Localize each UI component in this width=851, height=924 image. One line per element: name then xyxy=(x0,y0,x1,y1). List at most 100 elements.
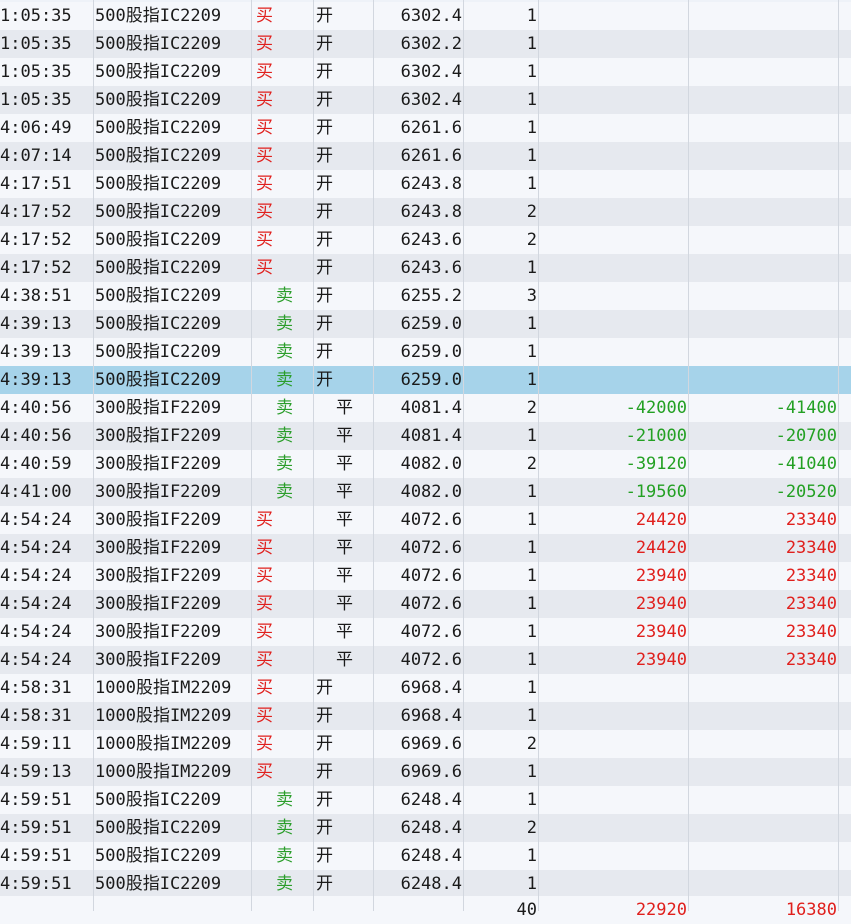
cell-profit-2 xyxy=(689,310,837,338)
cell-price: 6248.4 xyxy=(400,818,462,838)
table-row[interactable]: 4:58:31 1000股指IM2209 买 开 6968.4 1 xyxy=(0,702,851,730)
cell-contract: 500股指IC2209 xyxy=(95,90,222,110)
table-row[interactable]: 4:41:00 300股指IF2209 卖平 4082.0 1 -19560 -20520 xyxy=(0,478,851,506)
cell-direction: 买 xyxy=(256,566,273,586)
summary-row: 40 22920 16380 xyxy=(0,896,851,924)
cell-profit-1 xyxy=(540,842,687,870)
table-row[interactable]: 1:05:35 500股指IC2209 买 开 6302.4 1 xyxy=(0,2,851,30)
table-row[interactable]: 4:40:56 300股指IF2209 卖平 4081.4 2 -42000 -41400 xyxy=(0,394,851,422)
cell-open-close: 开 xyxy=(316,314,333,334)
cell-profit-1 xyxy=(540,338,687,366)
cell-contract: 500股指IC2209 xyxy=(95,62,222,82)
table-row[interactable]: 4:39:13 500股指IC2209 卖开 6259.0 1 xyxy=(0,366,851,394)
cell-profit-2 xyxy=(689,226,837,254)
cell-quantity: 1 xyxy=(526,594,537,614)
table-row[interactable]: 4:59:51 500股指IC2209 卖开 6248.4 1 xyxy=(0,842,851,870)
table-row[interactable]: 4:54:24 300股指IF2209 买平 4072.6 1 23940 23340 xyxy=(0,562,851,590)
cell-contract: 300股指IF2209 xyxy=(95,454,222,474)
cell-contract: 300股指IF2209 xyxy=(95,622,222,642)
cell-time: 1:05:35 xyxy=(0,6,72,26)
cell-time: 1:05:35 xyxy=(0,62,72,82)
cell-open-close: 开 xyxy=(316,258,333,278)
cell-open-close: 开 xyxy=(316,174,333,194)
cell-open-close: 开 xyxy=(316,230,333,250)
cell-quantity: 1 xyxy=(526,34,537,54)
cell-contract: 500股指IC2209 xyxy=(95,846,222,866)
cell-profit-2 xyxy=(689,758,837,786)
cell-profit-1: -19560 xyxy=(625,482,687,502)
table-row[interactable]: 4:17:52 500股指IC2209 买 开 6243.6 1 xyxy=(0,254,851,282)
table-row[interactable]: 1:05:35 500股指IC2209 买 开 6302.2 1 xyxy=(0,30,851,58)
table-row[interactable]: 4:39:13 500股指IC2209 卖开 6259.0 1 xyxy=(0,338,851,366)
cell-quantity: 1 xyxy=(526,510,537,530)
column-divider xyxy=(838,0,839,911)
cell-open-close: 开 xyxy=(316,342,333,362)
cell-direction: 买 xyxy=(256,650,273,670)
cell-profit-1: 24420 xyxy=(635,510,687,530)
cell-time: 4:54:24 xyxy=(0,566,72,586)
cell-profit-2 xyxy=(689,870,837,898)
cell-quantity: 1 xyxy=(526,146,537,166)
cell-quantity: 2 xyxy=(526,202,537,222)
cell-price: 4072.6 xyxy=(400,650,462,670)
cell-direction: 买 xyxy=(256,510,273,530)
table-row[interactable]: 4:06:49 500股指IC2209 买 开 6261.6 1 xyxy=(0,114,851,142)
table-row[interactable]: 4:17:52 500股指IC2209 买 开 6243.8 2 xyxy=(0,198,851,226)
table-row[interactable]: 4:54:24 300股指IF2209 买平 4072.6 1 24420 23340 xyxy=(0,506,851,534)
table-row[interactable]: 4:17:51 500股指IC2209 买 开 6243.8 1 xyxy=(0,170,851,198)
table-row[interactable]: 4:40:56 300股指IF2209 卖平 4081.4 1 -21000 -20700 xyxy=(0,422,851,450)
table-row[interactable]: 4:17:52 500股指IC2209 买 开 6243.6 2 xyxy=(0,226,851,254)
cell-quantity: 1 xyxy=(526,370,537,390)
table-row[interactable]: 4:54:24 300股指IF2209 买平 4072.6 1 24420 23340 xyxy=(0,534,851,562)
table-row[interactable]: 4:58:31 1000股指IM2209 买 开 6968.4 1 xyxy=(0,674,851,702)
cell-open-close: 开 xyxy=(316,874,333,894)
cell-quantity: 1 xyxy=(526,62,537,82)
cell-direction: 买 xyxy=(256,678,273,698)
table-row[interactable]: 4:54:24 300股指IF2209 买平 4072.6 1 23940 23340 xyxy=(0,646,851,674)
cell-profit-2 xyxy=(689,702,837,730)
cell-direction: 买 xyxy=(256,762,273,782)
cell-profit-1: -39120 xyxy=(625,454,687,474)
table-row[interactable]: 4:40:59 300股指IF2209 卖平 4082.0 2 -39120 -41040 xyxy=(0,450,851,478)
table-row[interactable]: 4:39:13 500股指IC2209 卖开 6259.0 1 xyxy=(0,310,851,338)
table-row[interactable]: 1:05:35 500股指IC2209 买 开 6302.4 1 xyxy=(0,86,851,114)
cell-quantity: 1 xyxy=(526,342,537,362)
cell-profit-2: 23340 xyxy=(785,510,837,530)
table-row[interactable]: 4:54:24 300股指IF2209 买平 4072.6 1 23940 23340 xyxy=(0,590,851,618)
table-row[interactable]: 4:07:14 500股指IC2209 买 开 6261.6 1 xyxy=(0,142,851,170)
cell-profit-1 xyxy=(540,674,687,702)
cell-direction: 买 xyxy=(256,90,273,110)
table-row[interactable]: 4:59:13 1000股指IM2209 买 开 6969.6 1 xyxy=(0,758,851,786)
table-row[interactable]: 4:59:51 500股指IC2209 卖开 6248.4 1 xyxy=(0,870,851,898)
cell-contract: 500股指IC2209 xyxy=(95,314,222,334)
cell-time: 4:54:24 xyxy=(0,594,72,614)
cell-profit-1: 24420 xyxy=(635,538,687,558)
cell-open-close: 开 xyxy=(316,286,333,306)
cell-quantity: 1 xyxy=(526,678,537,698)
cell-open-close: 开 xyxy=(316,90,333,110)
table-row[interactable]: 4:59:11 1000股指IM2209 买 开 6969.6 2 xyxy=(0,730,851,758)
cell-price: 6243.6 xyxy=(400,258,462,278)
cell-open-close: 开 xyxy=(316,118,333,138)
table-row[interactable]: 4:59:51 500股指IC2209 卖开 6248.4 1 xyxy=(0,786,851,814)
table-row[interactable]: 4:59:51 500股指IC2209 卖开 6248.4 2 xyxy=(0,814,851,842)
table-row[interactable]: 1:05:35 500股指IC2209 买 开 6302.4 1 xyxy=(0,58,851,86)
cell-profit-2: -20700 xyxy=(775,426,837,446)
cell-price: 6248.4 xyxy=(400,846,462,866)
cell-profit-1 xyxy=(540,170,687,198)
cell-direction: 买 xyxy=(256,622,273,642)
cell-price: 4081.4 xyxy=(400,398,462,418)
cell-time: 4:17:52 xyxy=(0,202,72,222)
cell-open-close: 开 xyxy=(316,6,333,26)
cell-profit-1: -42000 xyxy=(625,398,687,418)
cell-price: 6259.0 xyxy=(400,370,462,390)
cell-profit-2: 23340 xyxy=(785,622,837,642)
cell-time: 4:54:24 xyxy=(0,622,72,642)
cell-time: 4:39:13 xyxy=(0,314,72,334)
cell-profit-2 xyxy=(689,282,837,310)
table-row[interactable]: 4:38:51 500股指IC2209 卖开 6255.2 3 xyxy=(0,282,851,310)
cell-profit-1 xyxy=(540,142,687,170)
cell-contract: 300股指IF2209 xyxy=(95,398,222,418)
table-row[interactable]: 4:54:24 300股指IF2209 买平 4072.6 1 23940 23340 xyxy=(0,618,851,646)
cell-profit-1 xyxy=(540,870,687,898)
